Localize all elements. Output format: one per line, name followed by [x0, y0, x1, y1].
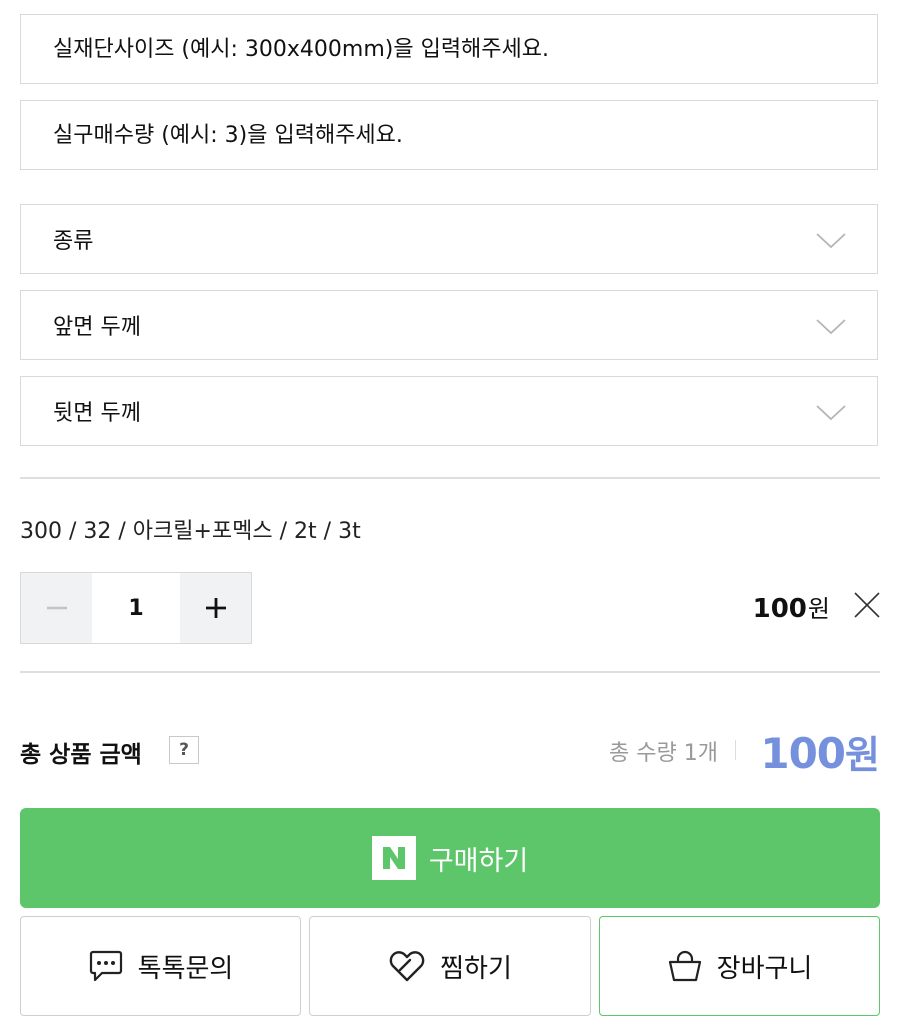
quantity-stepper[interactable]: 1	[20, 572, 252, 644]
shopping-bag-icon	[668, 950, 701, 982]
wishlist-label: 찜하기	[440, 953, 512, 984]
talk-inquiry-label: 톡톡문의	[137, 953, 234, 984]
select-front-thickness-label: 앞면 두께	[53, 315, 141, 340]
chat-bubble-icon	[89, 950, 122, 982]
select-back-thickness[interactable]: 뒷면 두께	[20, 376, 878, 446]
buy-button-label: 구매하기	[428, 845, 529, 877]
quantity-value[interactable]: 1	[92, 573, 180, 643]
help-badge[interactable]: ?	[169, 736, 199, 764]
total-price: 100원	[760, 724, 880, 779]
minus-icon	[46, 606, 67, 610]
chevron-down-icon	[816, 405, 846, 421]
cart-label: 장바구니	[716, 953, 813, 984]
line-price: 100원	[753, 589, 830, 624]
divider	[20, 671, 880, 673]
purchase-qty-field[interactable]	[20, 100, 878, 170]
buy-button[interactable]: 구매하기	[20, 808, 880, 908]
wishlist-button[interactable]: 찜하기	[309, 916, 591, 1016]
select-back-thickness-label: 뒷면 두께	[53, 401, 141, 426]
cart-button[interactable]: 장바구니	[599, 916, 880, 1016]
selected-option-summary: 300 / 32 / 아크릴+포멕스 / 2t / 3t	[20, 519, 361, 544]
increase-button[interactable]	[180, 573, 251, 643]
total-quantity: 총 수량 1개	[609, 741, 718, 766]
talk-inquiry-button[interactable]: 톡톡문의	[20, 916, 301, 1016]
select-type[interactable]: 종류	[20, 204, 878, 274]
total-price-value: 100	[760, 729, 846, 778]
total-price-label: 총 상품 금액	[20, 742, 142, 768]
select-type-label: 종류	[53, 229, 94, 254]
line-price-value: 100	[752, 594, 807, 624]
divider	[20, 477, 880, 479]
chevron-down-icon	[816, 233, 846, 249]
total-price-unit: 원	[845, 733, 880, 777]
cut-size-field[interactable]	[20, 14, 878, 84]
purchase-qty-input[interactable]	[21, 121, 835, 149]
npay-n-icon	[382, 847, 405, 869]
select-front-thickness[interactable]: 앞면 두께	[20, 290, 878, 360]
plus-icon	[205, 598, 226, 618]
close-icon[interactable]	[852, 590, 882, 620]
heart-icon	[389, 951, 425, 982]
chevron-down-icon	[816, 319, 846, 335]
npay-logo	[371, 836, 416, 880]
divider	[735, 740, 736, 760]
decrease-button[interactable]	[21, 573, 92, 643]
line-price-unit: 원	[807, 595, 830, 623]
cut-size-input[interactable]	[21, 35, 835, 63]
